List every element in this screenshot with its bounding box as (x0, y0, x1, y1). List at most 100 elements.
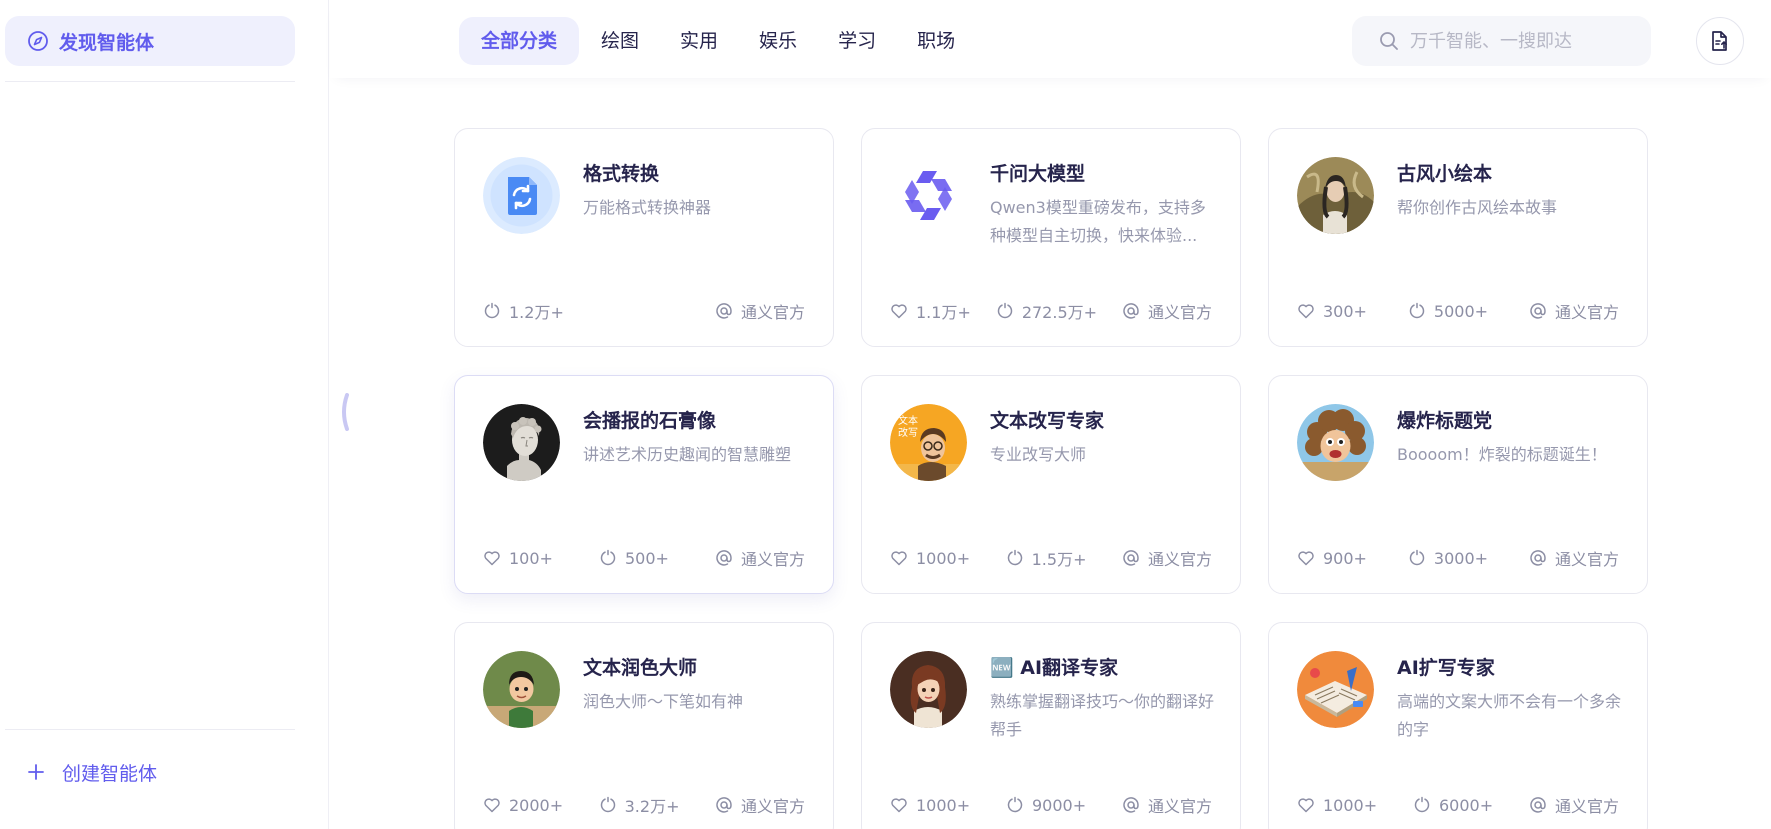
agent-title: 🆕 AI翻译专家 (990, 657, 1119, 679)
agent-card[interactable]: 文本润色大师 润色大师～下笔如有神 2000+ 3.2万+ 通义官方 (454, 622, 834, 829)
usage-count: 1.5万+ (1006, 546, 1086, 570)
agent-stats: 300+ 5000+ 通义官方 (1297, 299, 1619, 323)
heart-icon (890, 549, 908, 567)
tab-all[interactable]: 全部分类 (459, 17, 580, 65)
create-agent-button[interactable]: 创建智能体 (26, 754, 157, 790)
agent-description: 高端的文案大师不会有一个多余的字 (1397, 692, 1622, 739)
sidebar-divider (5, 81, 295, 82)
like-value: 1000+ (1323, 795, 1378, 815)
app-root: 发现智能体 创建智能体 全部分类 绘图 实用 娱乐 学习 职场 万千智能、一搜即… (0, 0, 1771, 829)
agent-card[interactable]: 格式转换 万能格式转换神器 1.2万+ 通义官方 (454, 128, 834, 347)
tab-drawing[interactable]: 绘图 (601, 17, 639, 65)
agent-title: AI扩写专家 (1397, 657, 1495, 679)
usage-count: 5000+ (1408, 302, 1488, 321)
agent-stats: 900+ 3000+ 通义官方 (1297, 546, 1619, 570)
qwen-logo (890, 157, 967, 234)
usage-icon (483, 302, 501, 320)
like-count: 100+ (483, 549, 553, 568)
at-icon (1529, 302, 1547, 320)
agent-card[interactable]: 千问大模型 Qwen3模型重磅发布，支持多种模型自主切换，快来体验... 1.1… (861, 128, 1241, 347)
heart-icon (1297, 549, 1315, 567)
sidebar-item-label: 发现智能体 (59, 31, 155, 54)
agent-card[interactable]: 文本 改写 文本改写专家 专业改写大师 1000+ 1.5万+ 通义官方 (861, 375, 1241, 594)
heart-icon (1297, 796, 1315, 814)
create-agent-label: 创建智能体 (62, 762, 158, 785)
translator-portrait (890, 651, 967, 728)
tab-study[interactable]: 学习 (838, 17, 876, 65)
author: 通义官方 (715, 793, 805, 817)
usage-value: 3000+ (1433, 548, 1489, 568)
like-value: 300+ (1323, 301, 1367, 321)
agent-description: Qwen3模型重磅发布，支持多种模型自主切换，快来体验... (990, 198, 1206, 245)
like-value: 1000+ (916, 795, 971, 815)
usage-icon (1408, 302, 1426, 320)
search-box[interactable] (1352, 16, 1651, 66)
agent-stats: 1000+ 9000+ 通义官方 (890, 793, 1212, 817)
author: 通义官方 (715, 546, 805, 570)
agent-stats: 1000+ 1.5万+ 通义官方 (890, 546, 1212, 570)
search-input[interactable] (1410, 30, 1640, 52)
like-value: 2000+ (509, 795, 564, 815)
like-count: 1000+ (890, 796, 970, 815)
agent-card[interactable]: 古风小绘本 帮你创作古风绘本故事 300+ 5000+ 通义官方 (1268, 128, 1648, 347)
category-tabs: 全部分类 绘图 实用 娱乐 学习 职场 (459, 17, 996, 65)
like-value: 1.1万+ (916, 303, 971, 322)
file-convert-icon (483, 157, 560, 234)
like-count: 300+ (1297, 302, 1367, 321)
author: 通义官方 (1122, 546, 1212, 570)
at-icon (715, 796, 733, 814)
explosion-hair-portrait (1297, 404, 1374, 481)
like-value: 100+ (509, 548, 553, 568)
usage-value: 6000+ (1438, 795, 1494, 815)
like-count: 1.1万+ (890, 299, 971, 323)
plus-icon (26, 762, 46, 782)
agent-title: 格式转换 (583, 163, 660, 185)
document-upload-button[interactable] (1696, 17, 1744, 65)
usage-icon (1006, 549, 1024, 567)
agent-description: 润色大师～下笔如有神 (583, 692, 744, 711)
at-icon (1529, 796, 1547, 814)
tab-workplace[interactable]: 职场 (917, 17, 955, 65)
heart-icon (890, 796, 908, 814)
at-icon (715, 302, 733, 320)
author-name: 通义官方 (1554, 303, 1619, 322)
usage-count: 9000+ (1006, 796, 1086, 815)
expand-writer-portrait (1297, 651, 1374, 728)
agent-description: 万能格式转换神器 (583, 198, 712, 217)
agent-stats: 1.1万+ 272.5万+ 通义官方 (890, 299, 1212, 323)
agent-stats: 100+ 500+ 通义官方 (483, 546, 805, 570)
like-count: 1000+ (890, 549, 970, 568)
usage-count: 272.5万+ (996, 299, 1097, 323)
like-count: 2000+ (483, 796, 563, 815)
author: 通义官方 (1122, 299, 1212, 323)
agent-card[interactable]: 🆕 AI翻译专家 熟练掌握翻译技巧～你的翻译好帮手 1000+ 9000+ 通义… (861, 622, 1241, 829)
usage-count: 500+ (599, 549, 669, 568)
author: 通义官方 (1122, 793, 1212, 817)
author: 通义官方 (1529, 546, 1619, 570)
usage-icon (599, 549, 617, 567)
agent-description: 熟练掌握翻译技巧～你的翻译好帮手 (990, 692, 1215, 739)
author: 通义官方 (1529, 793, 1619, 817)
author-name: 通义官方 (740, 797, 805, 816)
agent-description: 专业改写大师 (990, 445, 1087, 464)
agent-card[interactable]: 爆炸标题党 Boooom！炸裂的标题诞生！ 900+ 3000+ 通义官方 (1268, 375, 1648, 594)
sidebar: 发现智能体 创建智能体 (0, 0, 329, 829)
author-name: 通义官方 (1147, 303, 1212, 322)
usage-value: 272.5万+ (1021, 303, 1098, 322)
ancient-style-portrait (1297, 157, 1374, 234)
agent-title: 会播报的石膏像 (583, 410, 717, 432)
agent-card[interactable]: 会播报的石膏像 讲述艺术历史趣闻的智慧雕塑 100+ 500+ 通义官方 (454, 375, 834, 594)
agent-stats: 1000+ 6000+ 通义官方 (1297, 793, 1619, 817)
sidebar-collapse-handle[interactable] (339, 393, 349, 431)
at-icon (1122, 302, 1140, 320)
tab-practical[interactable]: 实用 (680, 17, 718, 65)
agent-title: 文本改写专家 (990, 410, 1105, 432)
like-count: 1000+ (1297, 796, 1377, 815)
polish-master-portrait (483, 651, 560, 728)
sidebar-divider (5, 729, 295, 730)
agent-card[interactable]: AI扩写专家 高端的文案大师不会有一个多余的字 1000+ 6000+ 通义官方 (1268, 622, 1648, 829)
tab-entertainment[interactable]: 娱乐 (759, 17, 797, 65)
plaster-statue-portrait (483, 404, 560, 481)
sidebar-item-discover-agents[interactable]: 发现智能体 (5, 16, 295, 66)
usage-value: 500+ (624, 548, 669, 568)
